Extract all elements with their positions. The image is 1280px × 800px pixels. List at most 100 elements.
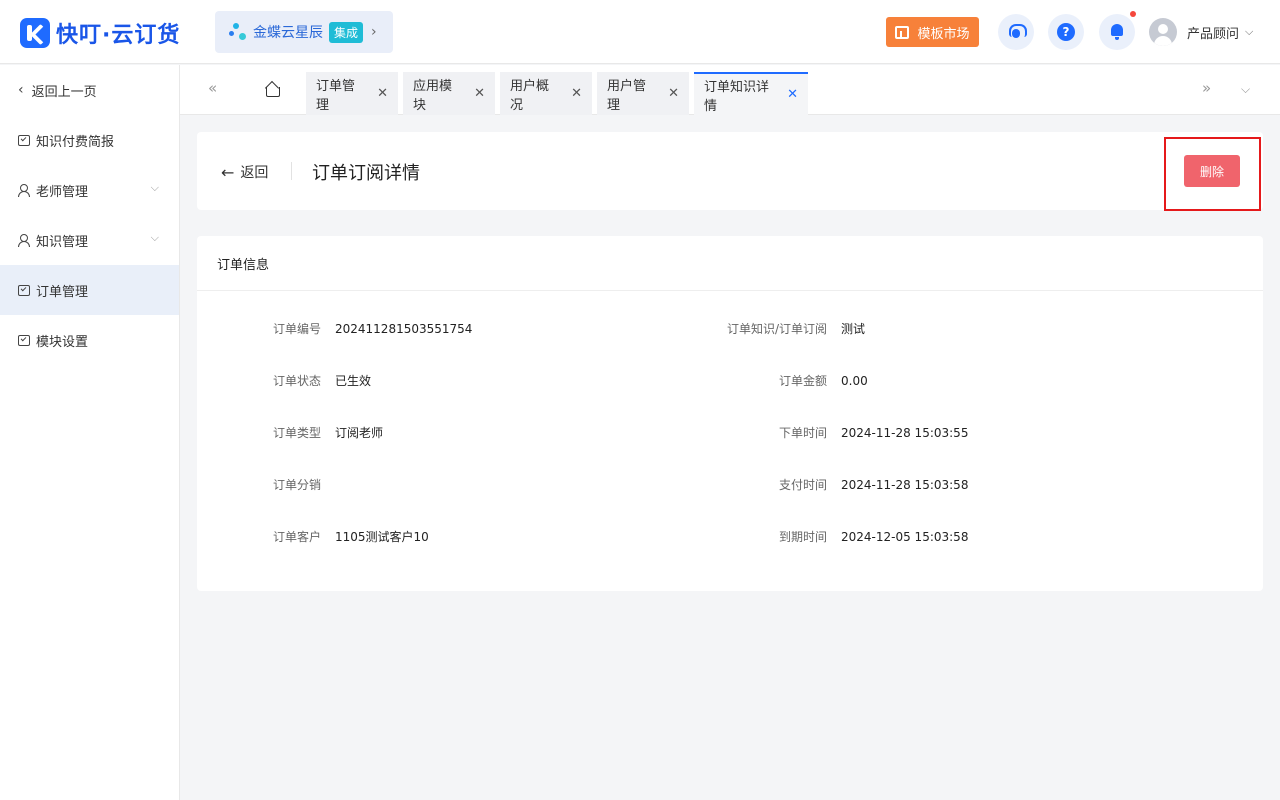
close-icon[interactable]: ✕ [571,86,582,101]
sidebar-item-label: 知识管理 [36,234,89,250]
page-title: 订单订阅详情 [312,163,420,184]
notifications-button[interactable] [1099,14,1135,50]
tab-order-management[interactable]: 订单管理 ✕ [306,72,398,115]
people-icon [18,234,30,247]
field-label: 订单金额 [778,374,827,388]
divider [291,162,292,180]
tab-user-management[interactable]: 用户管理 ✕ [597,72,689,115]
field-order-number: 订单编号 202411281503551754 [197,320,472,337]
close-icon[interactable]: ✕ [377,86,388,101]
field-label: 订单类型 [272,426,321,440]
kingdee-logo-icon [229,21,249,43]
field-order-type: 订单类型 订阅老师 [197,424,383,441]
sidebar-item-module-settings[interactable]: 模块设置 [0,315,179,365]
field-order-status: 订单状态 已生效 [197,372,371,389]
avatar [1149,18,1177,46]
field-order-customer: 订单客户 1105测试客户10 [197,528,429,545]
sidebar-item-label: 知识付费简报 [36,134,115,150]
sidebar-item-teacher-management[interactable]: 老师管理 ⌵ [0,165,179,215]
delete-button[interactable]: 删除 [1184,155,1240,187]
tab-bar: « 订单管理 ✕ 应用模块 ✕ 用户概况 ✕ 用户管理 ✕ 订单知识详情 ✕ »… [180,65,1280,115]
app-logo[interactable]: 快叮·云订货 [20,17,180,49]
field-value: 2024-11-28 15:03:58 [841,478,969,492]
settings-icon [18,334,30,346]
sidebar-item-order-management[interactable]: 订单管理 [0,265,179,315]
notification-dot [1130,11,1136,17]
tab-label: 订单管理 [316,78,356,113]
field-label: 订单分销 [272,478,321,492]
field-label: 下单时间 [778,426,827,440]
field-label: 订单状态 [272,374,321,388]
field-order-time: 下单时间 2024-11-28 15:03:55 [597,424,968,441]
integration-badge: 集成 [329,21,364,43]
field-label: 到期时间 [778,530,827,544]
tab-label: 用户管理 [607,78,647,113]
order-info-card: 订单信息 订单编号 202411281503551754 订单状态 已生效 订单类型… [197,236,1263,591]
field-value: 测试 [841,322,866,336]
help-button[interactable]: ? [1048,14,1084,50]
template-market-button[interactable]: 模板市场 [886,17,979,47]
field-expiry-time: 到期时间 2024-12-05 15:03:58 [597,528,968,545]
tab-label: 订单知识详情 [704,79,770,114]
home-icon[interactable] [265,82,281,97]
field-order-knowledge-subscription: 订单知识/订单订阅 测试 [597,320,865,337]
field-order-amount: 订单金额 0.00 [597,372,868,389]
tab-app-modules[interactable]: 应用模块 ✕ [403,72,495,115]
field-label: 支付时间 [778,478,827,492]
field-value: 订阅老师 [335,426,384,440]
sidebar-item-knowledge-report[interactable]: 知识付费简报 [0,115,179,165]
close-icon[interactable]: ✕ [787,87,798,102]
field-value: 已生效 [335,374,372,388]
template-market-label: 模板市场 [917,26,970,42]
field-value: 2024-12-05 15:03:58 [841,530,969,544]
customer-service-icon [1007,24,1027,40]
field-value: 1105测试客户10 [335,530,429,544]
order-icon [18,284,30,296]
field-payment-time: 支付时间 2024-11-28 15:03:58 [597,476,968,493]
chevron-down-icon: ⌵ [150,181,159,194]
field-label: 订单知识/订单订阅 [726,322,827,336]
field-order-distribution: 订单分销 [197,476,335,493]
section-title: 订单信息 [197,236,1263,291]
tab-menu-chevron-down-icon[interactable]: ⌵ [1241,82,1250,97]
scroll-tabs-right-icon[interactable]: » [1202,79,1211,97]
tab-order-knowledge-detail[interactable]: 订单知识详情 ✕ [694,72,808,115]
arrow-left-icon: ← [221,162,235,182]
chevron-left-icon: ‹ [18,82,24,98]
tab-label: 应用模块 [413,78,453,113]
tab-label: 用户概况 [510,78,550,113]
bell-icon [1110,24,1124,40]
close-icon[interactable]: ✕ [668,86,679,101]
chevron-right-icon: › [371,24,377,40]
field-value: 2024-11-28 15:03:55 [841,426,969,440]
chevron-down-icon: ⌵ [150,231,159,244]
help-icon: ? [1057,23,1075,41]
back-button[interactable]: ← 返回 [221,162,268,182]
field-value: 202411281503551754 [335,322,473,336]
report-icon [18,134,30,146]
user-name: 产品顾问 [1187,26,1240,42]
kingdee-name: 金蝶云星辰 [253,25,323,41]
scroll-tabs-left-icon[interactable]: « [208,79,217,97]
close-icon[interactable]: ✕ [474,86,485,101]
sidebar-item-label: 返回上一页 [31,84,97,100]
logo-icon [20,18,50,48]
sidebar-item-label: 老师管理 [36,184,89,200]
chevron-down-icon: ⌵ [1245,25,1254,38]
user-menu[interactable]: 产品顾问 ⌵ [1149,18,1253,46]
top-header: 快叮·云订货 金蝶云星辰 集成 › 模板市场 ? 产品顾问 ⌵ [0,0,1280,64]
customer-service-button[interactable] [998,14,1034,50]
tab-user-overview[interactable]: 用户概况 ✕ [500,72,592,115]
page-header-card: ← 返回 订单订阅详情 [197,132,1263,210]
sidebar-item-knowledge-management[interactable]: 知识管理 ⌵ [0,215,179,265]
sidebar: ‹ 返回上一页 知识付费简报 老师管理 ⌵ 知识管理 ⌵ 订单管理 模块设置 [0,65,180,800]
field-value: 0.00 [841,374,868,388]
kingdee-integration-button[interactable]: 金蝶云星辰 集成 › [215,11,393,53]
sidebar-item-label: 订单管理 [36,284,89,300]
template-icon [895,25,910,39]
sidebar-item-label: 模块设置 [36,334,89,350]
people-icon [18,184,30,197]
field-label: 订单客户 [272,530,321,544]
logo-text: 快叮·云订货 [56,23,181,48]
sidebar-item-back[interactable]: ‹ 返回上一页 [0,65,179,115]
